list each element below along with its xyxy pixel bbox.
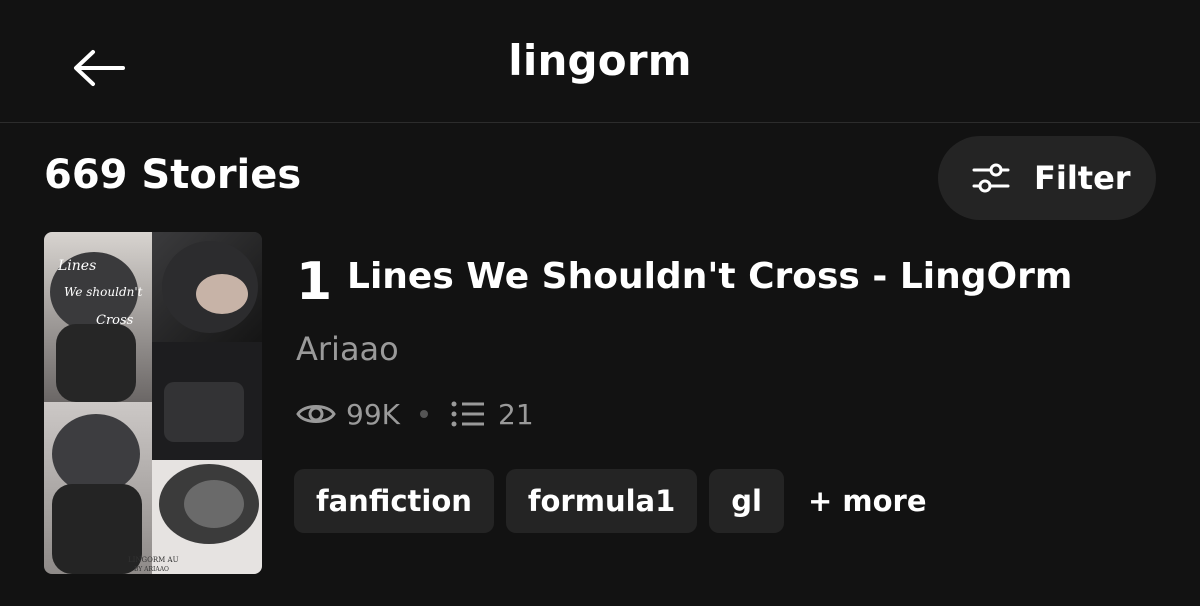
story-cover[interactable]: Lines We shouldn't Cross LINGORM AU BY A…	[44, 232, 262, 574]
sliders-icon	[972, 163, 1010, 193]
list-icon	[451, 401, 484, 427]
filter-label: Filter	[1034, 159, 1131, 197]
eye-icon	[296, 405, 336, 423]
cover-collage-image: Lines We shouldn't Cross LINGORM AU BY A…	[44, 232, 262, 574]
tag-fanfiction[interactable]: fanfiction	[294, 469, 494, 533]
tag-list: fanfiction formula1 gl + more	[294, 469, 927, 533]
svg-text:Cross: Cross	[96, 313, 134, 328]
svg-text:We shouldn't: We shouldn't	[64, 285, 143, 299]
story-title[interactable]: Lines We Shouldn't Cross - LingOrm	[347, 256, 1072, 297]
part-count: 21	[498, 397, 534, 431]
story-author[interactable]: Ariaao	[296, 330, 399, 368]
story-count: 669 Stories	[44, 152, 302, 198]
separator-dot	[420, 410, 428, 418]
tag-formula1[interactable]: formula1	[505, 469, 698, 533]
svg-text:BY ARIAAO: BY ARIAAO	[134, 566, 169, 573]
filter-button[interactable]: Filter	[938, 136, 1156, 220]
read-count: 99K	[346, 397, 400, 431]
story-stats: 99K 21	[296, 394, 534, 434]
tag-gl[interactable]: gl	[709, 469, 784, 533]
more-tags-link[interactable]: + more	[808, 484, 927, 518]
svg-text:Lines: Lines	[57, 258, 96, 274]
top-bar: lingorm	[0, 0, 1200, 123]
page-title: lingorm	[508, 36, 692, 85]
svg-text:LINGORM AU: LINGORM AU	[128, 556, 179, 564]
story-rank: 1	[296, 252, 333, 312]
